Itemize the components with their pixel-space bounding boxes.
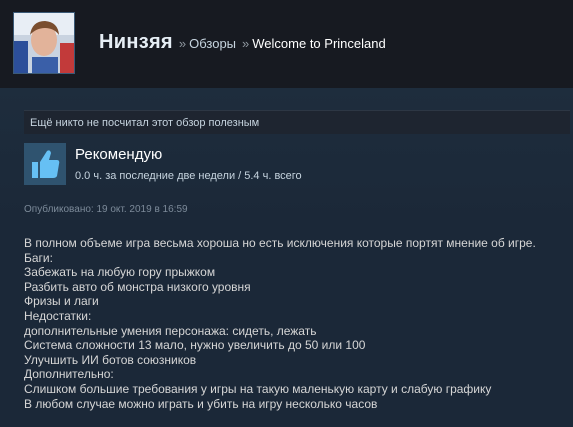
breadcrumb: Нинзяя» Обзоры» Welcome to Princeland <box>99 31 386 54</box>
review-line: В полном объеме игра весьма хороша но ес… <box>24 236 536 250</box>
review-line: Дополнительно: <box>24 367 114 382</box>
profile-header: Нинзяя» Обзоры» Welcome to Princeland <box>0 0 573 88</box>
helpful-count-bar: Ещё никто не посчитал этот обзор полезны… <box>24 110 570 134</box>
review-line: Слишком большие требования у игры на так… <box>24 381 492 396</box>
review-line: Забежать на любую гору прыжком <box>24 265 216 280</box>
review-line: Фризы и лаги <box>24 294 99 309</box>
review-line: Разбить авто об монстра низкого уровня <box>24 279 251 294</box>
review-line: дополнительные умения персонажа: сидеть,… <box>24 323 317 338</box>
avatar-image <box>14 13 74 73</box>
profile-name-link[interactable]: Нинзяя <box>99 31 173 53</box>
breadcrumb-reviews-link[interactable]: Обзоры <box>189 36 236 51</box>
breadcrumb-separator: » <box>178 36 187 51</box>
review-body: В полном объеме игра весьма хороша но ес… <box>24 236 564 411</box>
thumbs-up-icon <box>24 143 66 185</box>
playtime-hours: 0.0 ч. за последние две недели / 5.4 ч. … <box>75 170 302 182</box>
posted-date: Опубликовано: 19 окт. 2019 в 16:59 <box>24 204 188 215</box>
review-line: В любом случае можно играть и убить на и… <box>24 396 378 411</box>
breadcrumb-separator: » <box>242 36 250 51</box>
avatar[interactable] <box>13 12 75 74</box>
review-line: Система сложности 13 мало, нужно увеличи… <box>24 338 366 353</box>
review-line: Недостатки: <box>24 308 92 323</box>
breadcrumb-game-link[interactable]: Welcome to Princeland <box>252 36 385 51</box>
review-line: Улучшить ИИ ботов союзников <box>24 352 197 367</box>
review-verdict: Рекомендую <box>75 146 163 163</box>
review-line: Баги: <box>24 250 53 265</box>
